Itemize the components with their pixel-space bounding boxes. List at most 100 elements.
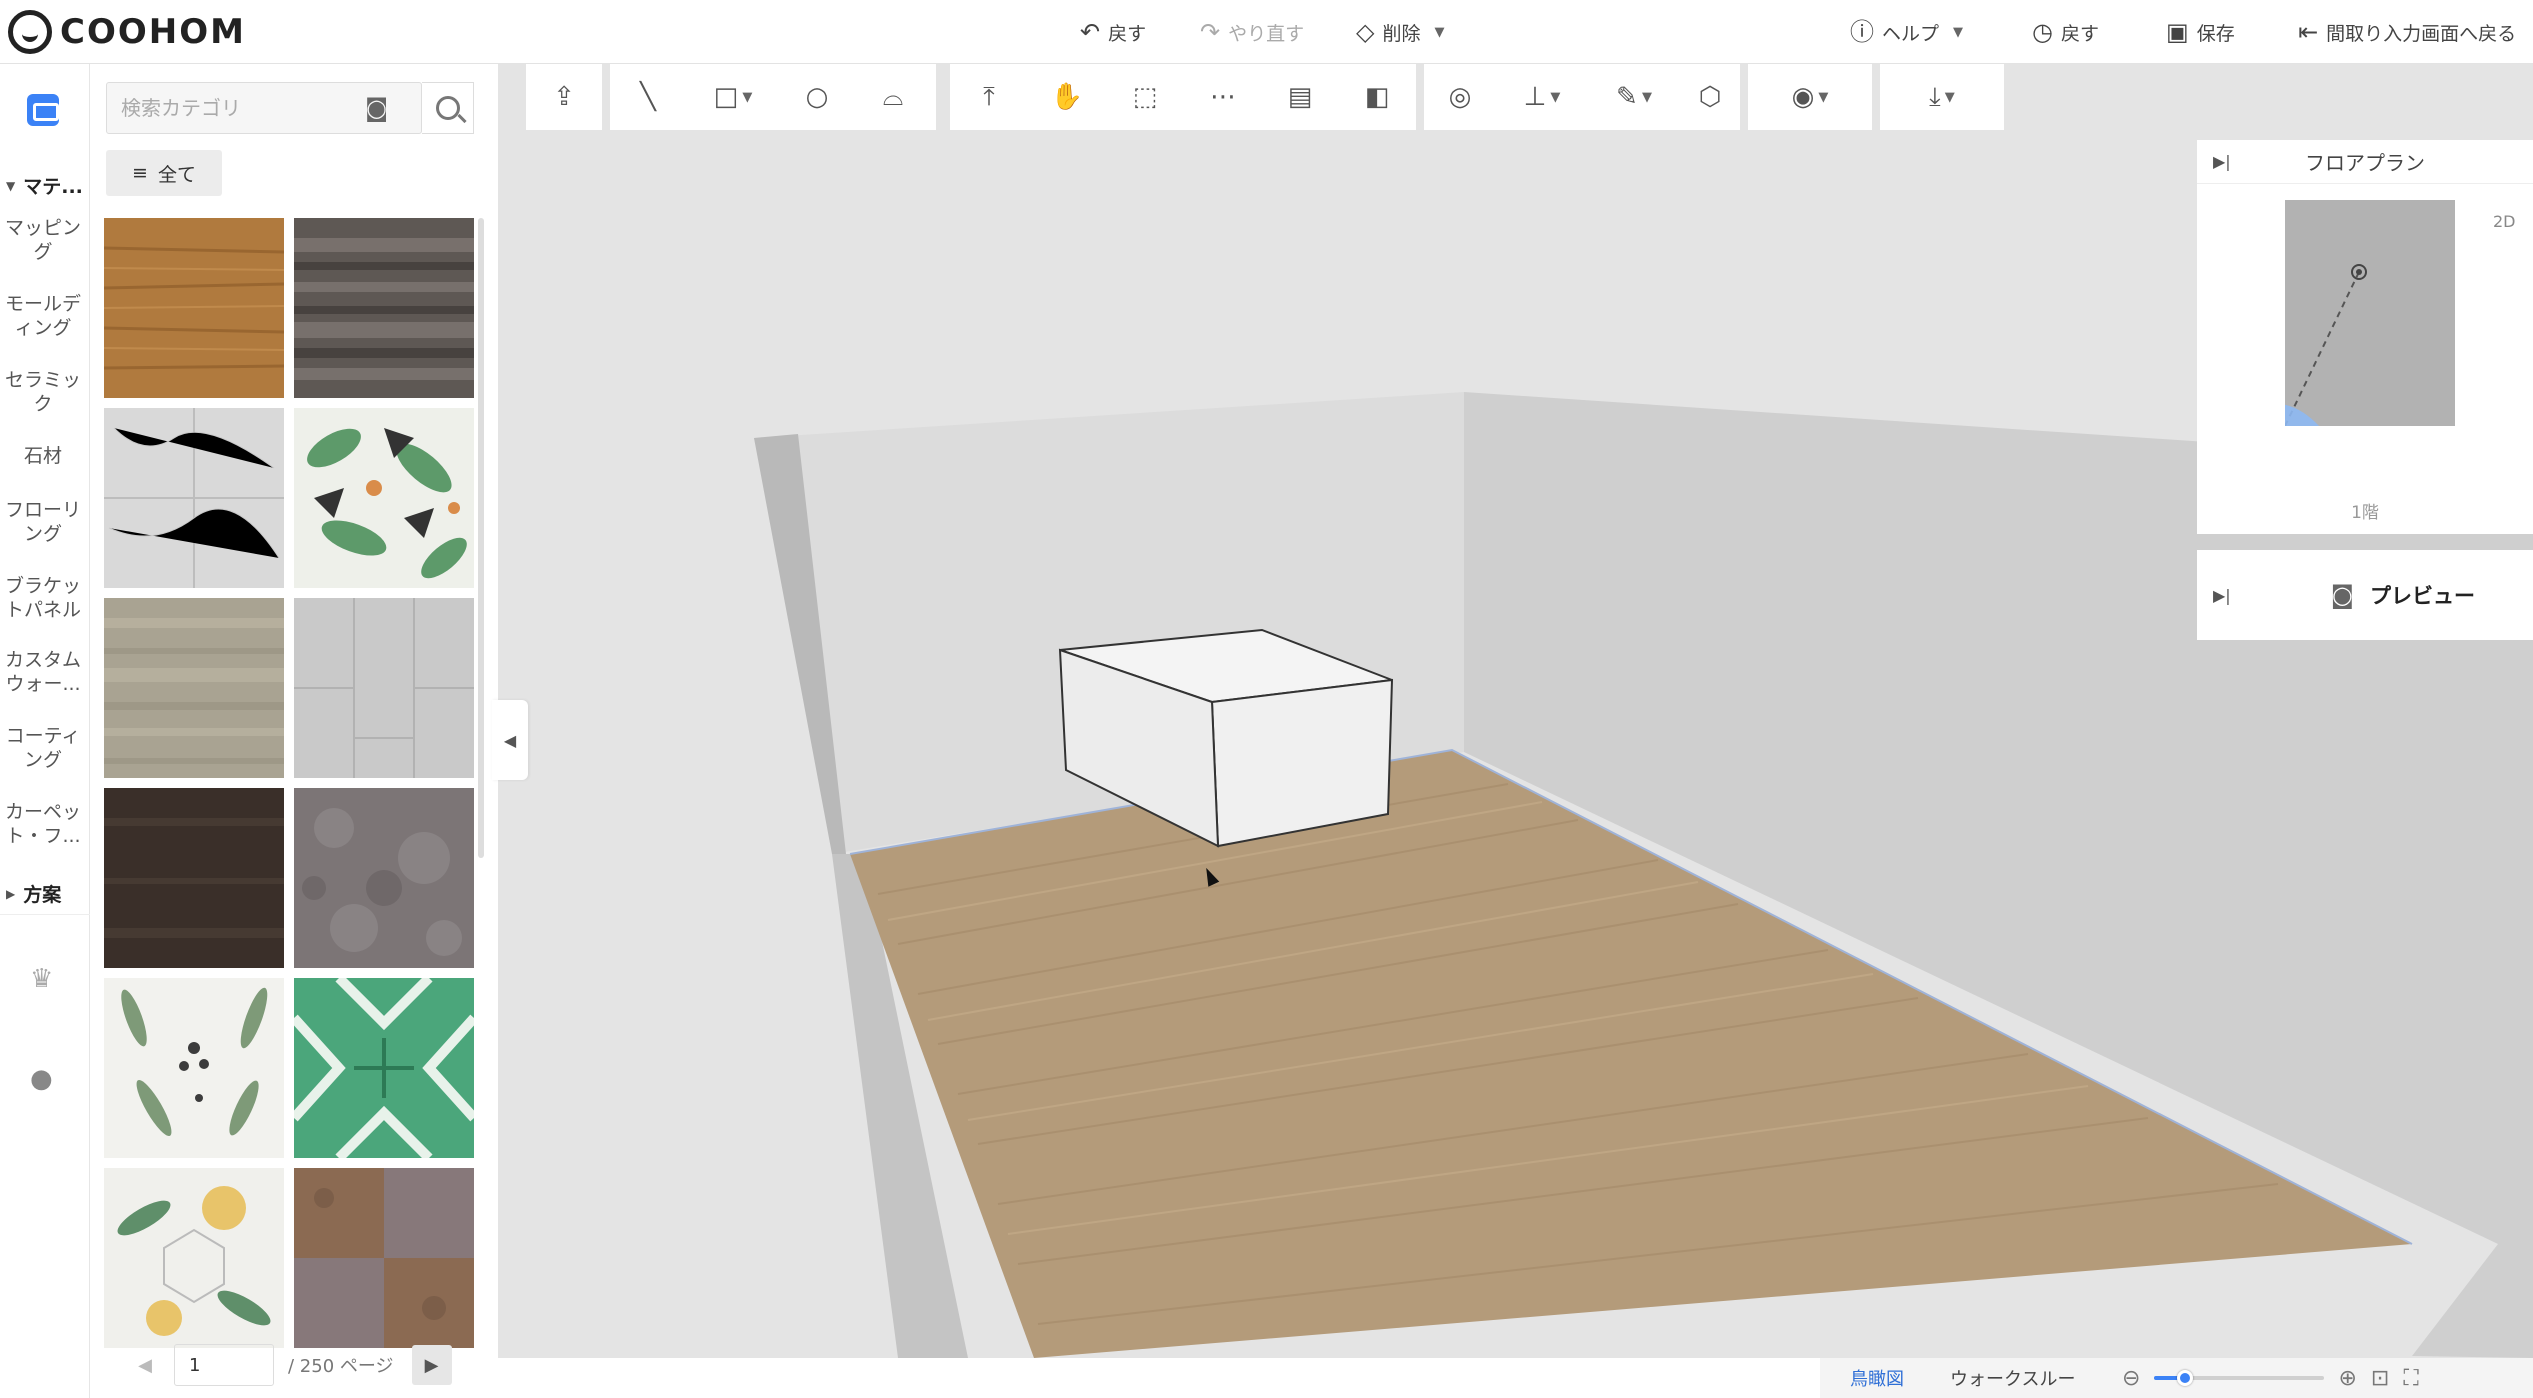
chevron-down-icon: ▼ bbox=[1434, 24, 1445, 40]
plans-section[interactable]: ▶ 方案 bbox=[6, 880, 61, 907]
material-tile-marble-white[interactable] bbox=[104, 408, 284, 588]
save-label: 保存 bbox=[2196, 22, 2235, 45]
eye-icon[interactable]: ◉ ▼ bbox=[1748, 64, 1872, 130]
toolbar-group-export: ⤓ ▼ bbox=[1880, 64, 2004, 130]
triangle-down-icon: ▼ bbox=[6, 178, 16, 193]
tape-measure-icon[interactable]: ◎ bbox=[1424, 64, 1496, 130]
rail-item-stone[interactable]: 石材 bbox=[0, 444, 86, 468]
clock-icon: ◷ bbox=[2032, 18, 2053, 46]
zoom-slider-knob[interactable] bbox=[2177, 1370, 2194, 1386]
material-tile-wood-orange[interactable] bbox=[104, 218, 285, 398]
help-button[interactable]: ⓘ ヘルプ ▼ bbox=[1850, 14, 1963, 50]
material-tile-green-geometric[interactable] bbox=[290, 974, 478, 1162]
prev-page-button[interactable]: ◀ bbox=[130, 1355, 160, 1376]
undo-button[interactable]: ↶ 戻す bbox=[1080, 14, 1146, 50]
expand-icon[interactable]: ▶| bbox=[2213, 152, 2231, 171]
app-logo[interactable]: COOHOM bbox=[8, 10, 246, 54]
floorplan-2d-toggle[interactable]: 2D bbox=[2493, 212, 2516, 231]
back-to-floorplan-button[interactable]: ⇤ 間取り入力画面へ戻る bbox=[2298, 14, 2516, 50]
materials-icon[interactable] bbox=[27, 94, 59, 126]
toolbar-group-edit: ⤒ ✋ ⬚ ⋯ ▤ ◧ bbox=[950, 64, 1416, 130]
zoom-fit-icon[interactable]: ⊡ bbox=[2371, 1366, 2389, 1391]
preview-panel[interactable]: ▶| ◙ プレビュー bbox=[2197, 550, 2533, 640]
fullscreen-icon[interactable]: ⛶ bbox=[2403, 1366, 2418, 1391]
material-tile-granite-grey[interactable] bbox=[294, 788, 474, 968]
upload-icon[interactable]: ⇪ bbox=[526, 64, 602, 130]
rectangle-tool-icon[interactable]: □ ▼ bbox=[686, 64, 780, 130]
zoom-out-icon[interactable]: ⊖ bbox=[2122, 1366, 2140, 1391]
redo-icon: ↷ bbox=[1200, 18, 1221, 46]
materials-section[interactable]: ▼ マテ... bbox=[6, 172, 83, 199]
paint-brush-icon[interactable]: ✎ ▼ bbox=[1588, 64, 1680, 130]
push-pull-icon[interactable]: ⤒ bbox=[950, 64, 1028, 130]
floorplan-title: フロアプラン bbox=[2305, 151, 2425, 175]
zoom-in-icon[interactable]: ⊕ bbox=[2338, 1366, 2356, 1391]
collapse-panel-handle[interactable]: ◀ bbox=[492, 700, 528, 780]
undo-label: 戻す bbox=[1108, 22, 1147, 45]
save-button[interactable]: ▣ 保存 bbox=[2166, 14, 2235, 50]
rail-item-custom-wall[interactable]: カスタムウォー... bbox=[0, 648, 86, 696]
search-icon bbox=[435, 96, 460, 120]
split-icon[interactable]: ◧ bbox=[1338, 64, 1416, 130]
floor-level-label[interactable]: 1階 bbox=[2197, 498, 2533, 523]
filter-icon: ≡ bbox=[132, 162, 148, 184]
line-tool-icon[interactable]: ╲ bbox=[610, 64, 686, 130]
delete-button[interactable]: ◇ 削除 ▼ bbox=[1356, 14, 1444, 50]
grid-scrollbar[interactable] bbox=[478, 218, 484, 858]
expand-icon[interactable]: ▶| bbox=[2213, 586, 2231, 605]
download-icon[interactable]: ⤓ ▼ bbox=[1880, 64, 2004, 130]
bottom-bar: 鳥瞰図 ウォークスルー ⊖ ⊕ ⊡ ⛶ bbox=[1820, 1358, 2533, 1398]
rail-item-flooring[interactable]: フローリング bbox=[0, 498, 86, 546]
chevron-down-icon: ▼ bbox=[1953, 24, 1964, 40]
pagination: ◀ 1 / 250 ページ ▶ bbox=[90, 1340, 490, 1390]
floorplan-minimap[interactable] bbox=[2245, 200, 2455, 427]
search-input[interactable] bbox=[107, 83, 357, 133]
help-label: ヘルプ bbox=[1882, 22, 1940, 45]
walkthrough-mode-tab[interactable]: ウォークスルー bbox=[1950, 1365, 2075, 1391]
material-tile-checker-brown[interactable] bbox=[294, 1168, 474, 1348]
redo-button[interactable]: ↷ やり直す bbox=[1200, 14, 1304, 50]
plans-section-label: 方案 bbox=[23, 884, 62, 906]
filter-label: 全て bbox=[157, 163, 196, 186]
next-page-button[interactable]: ▶ bbox=[411, 1345, 452, 1385]
chevron-down-icon: ▼ bbox=[1814, 89, 1829, 105]
history-button[interactable]: ◷ 戻す bbox=[2032, 14, 2099, 50]
material-tile-dark-brown[interactable] bbox=[104, 788, 284, 968]
material-tile-floral-hexagon[interactable] bbox=[104, 1168, 284, 1348]
offset-icon[interactable]: ⋯ bbox=[1184, 64, 1262, 130]
toolbar-group-measure: ◎ ⊥ ▼ ✎ ▼ ⬡ bbox=[1424, 64, 1740, 130]
crown-icon[interactable]: ♛ bbox=[30, 964, 53, 994]
zoom-slider[interactable] bbox=[2154, 1370, 2325, 1386]
floorplan-header: ▶| フロアプラン bbox=[2197, 140, 2533, 184]
search-button[interactable] bbox=[422, 82, 474, 134]
align-icon[interactable]: ⊥ ▼ bbox=[1496, 64, 1588, 130]
rail-item-bracket-panel[interactable]: ブラケットパネル bbox=[0, 574, 86, 622]
page-total: / 250 ページ bbox=[288, 1356, 394, 1377]
material-tile-grey-tile[interactable] bbox=[294, 598, 474, 778]
camera-icon[interactable]: ◙ bbox=[365, 94, 388, 122]
floorplan-panel: ▶| フロアプラン 2D 1階 bbox=[2197, 140, 2533, 534]
hand-icon[interactable]: ✋ bbox=[1028, 64, 1106, 130]
select-area-icon[interactable]: ⬚ bbox=[1106, 64, 1184, 130]
material-tile-tropical-leaves[interactable] bbox=[294, 408, 474, 588]
arc-tool-icon[interactable]: ⌓ bbox=[854, 64, 932, 130]
cube-icon[interactable]: ⬡ bbox=[1680, 64, 1740, 130]
user-icon[interactable]: ● bbox=[30, 1064, 53, 1094]
material-tile-concrete-beige[interactable] bbox=[104, 598, 284, 778]
rail-item-ceramic[interactable]: セラミック bbox=[0, 368, 86, 416]
rail-item-carpet[interactable]: カーペット・フ... bbox=[0, 800, 86, 848]
birdseye-mode-tab[interactable]: 鳥瞰図 bbox=[1850, 1365, 1904, 1391]
materials-section-label: マテ... bbox=[23, 176, 83, 198]
chevron-down-icon: ▼ bbox=[1546, 89, 1561, 105]
material-tile-leaf-pattern-white[interactable] bbox=[104, 978, 284, 1158]
rail-item-molding[interactable]: モールディング bbox=[0, 292, 86, 340]
rail-item-coating[interactable]: コーティング bbox=[0, 724, 86, 772]
circle-tool-icon[interactable]: ○ bbox=[780, 64, 854, 130]
material-tile-stone-dark[interactable] bbox=[294, 218, 474, 398]
logo-text: COOHOM bbox=[60, 12, 246, 52]
rail-item-mapping[interactable]: マッピング bbox=[0, 216, 86, 264]
panel-icon[interactable]: ▤ bbox=[1262, 64, 1338, 130]
triangle-right-icon: ▶ bbox=[6, 886, 16, 901]
page-input[interactable]: 1 bbox=[174, 1344, 274, 1386]
filter-all-button[interactable]: ≡ 全て bbox=[106, 150, 222, 196]
